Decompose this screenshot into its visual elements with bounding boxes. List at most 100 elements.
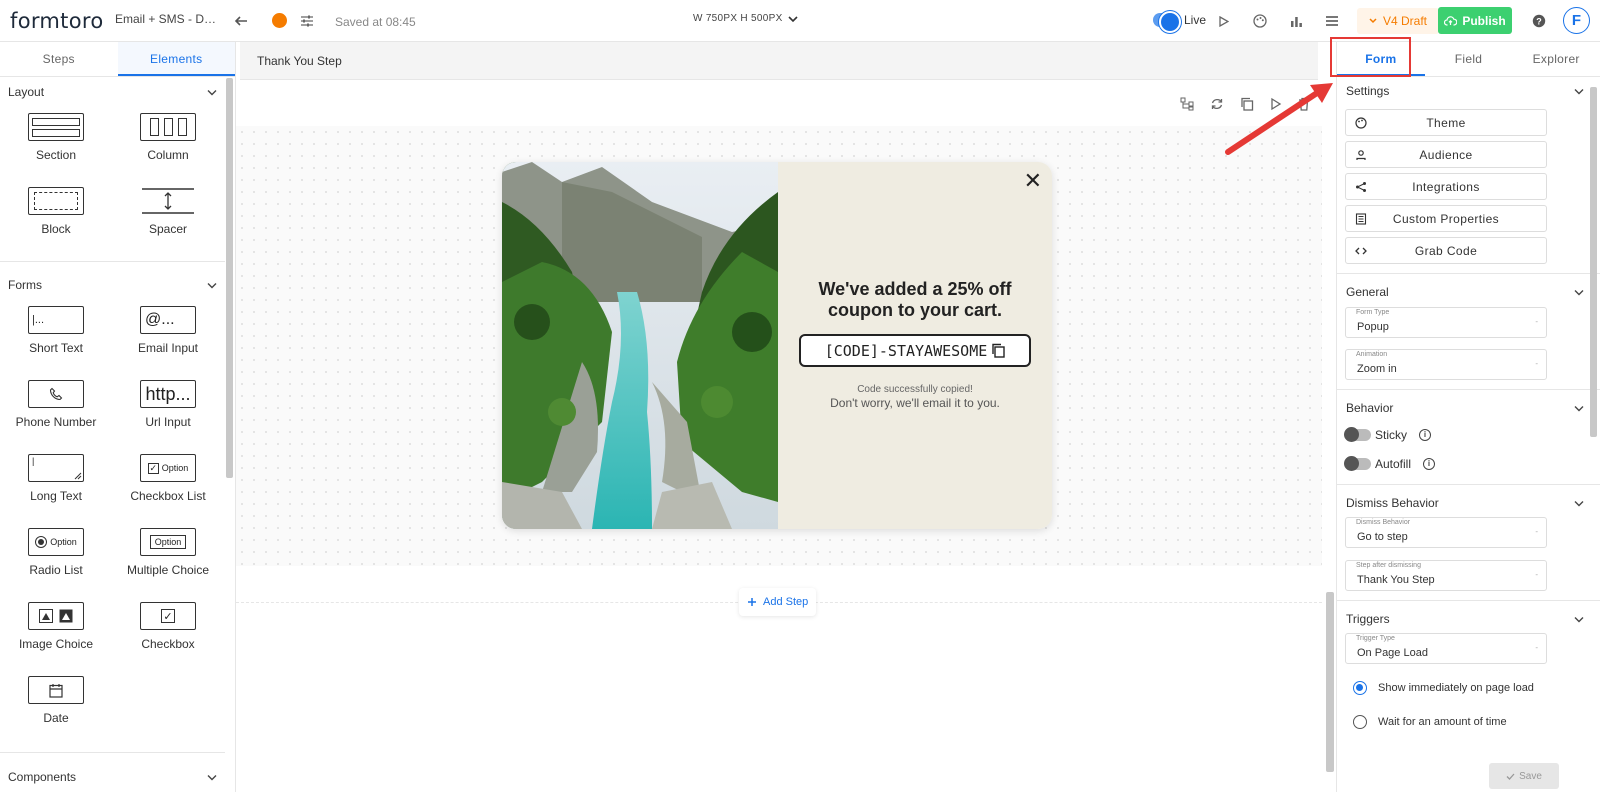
element-section[interactable]: Section: [0, 105, 112, 179]
element-date[interactable]: Date: [0, 668, 112, 742]
user-avatar[interactable]: F: [1563, 7, 1590, 34]
calendar-icon: [28, 676, 84, 704]
general-section-header[interactable]: General: [1337, 280, 1600, 304]
autofill-toggle[interactable]: [1344, 455, 1371, 471]
element-column[interactable]: Column: [112, 105, 224, 179]
tab-steps[interactable]: Steps: [0, 42, 118, 76]
element-url-input[interactable]: http... Url Input: [112, 372, 224, 446]
behavior-section-header[interactable]: Behavior: [1337, 396, 1600, 420]
url-input-icon: http...: [140, 380, 196, 408]
audience-button[interactable]: Audience: [1345, 141, 1547, 168]
theme-button[interactable]: Theme: [1345, 109, 1547, 136]
element-image-choice[interactable]: Image Choice: [0, 594, 112, 668]
play-icon[interactable]: [1214, 11, 1234, 31]
canvas-size-selector[interactable]: W 750PX H 500PX: [693, 13, 798, 24]
add-step-button[interactable]: Add Step: [739, 588, 817, 616]
top-bar: formtoro Email + SMS - Des... Saved at 0…: [0, 0, 1600, 42]
live-toggle[interactable]: [1153, 11, 1181, 33]
trigger-option-immediate[interactable]: Show immediately on page load: [1337, 671, 1600, 705]
trigger-type-select[interactable]: Trigger Type On Page Load -: [1345, 633, 1547, 664]
step-name[interactable]: Thank You Step: [257, 54, 342, 68]
url-icon-text: http...: [145, 383, 191, 404]
element-long-text[interactable]: | Long Text: [0, 446, 112, 520]
tab-explorer[interactable]: Explorer: [1512, 42, 1600, 76]
form-type-label: Form Type: [1356, 309, 1390, 316]
sticky-toggle[interactable]: [1344, 426, 1371, 442]
form-type-select[interactable]: Form Type Popup -: [1345, 307, 1547, 338]
app-root: formtoro Email + SMS - Des... Saved at 0…: [0, 0, 1600, 792]
grab-code-label: Grab Code: [1414, 243, 1478, 258]
section-icon: [28, 113, 84, 141]
info-icon[interactable]: i: [1419, 428, 1432, 441]
element-spacer[interactable]: Spacer: [112, 179, 224, 253]
chevron-down-icon: [787, 15, 798, 22]
step-after-dismiss-value: Thank You Step: [1357, 574, 1435, 586]
save-button[interactable]: Save: [1489, 763, 1559, 789]
element-short-text[interactable]: |... Short Text: [0, 298, 112, 372]
custom-properties-button[interactable]: Custom Properties: [1345, 205, 1547, 232]
trigger-option-wait[interactable]: Wait for an amount of time: [1337, 705, 1600, 739]
radio-immediate[interactable]: [1353, 681, 1367, 695]
save-label: Save: [1519, 770, 1542, 782]
palette-icon[interactable]: [1250, 11, 1270, 31]
element-email-input[interactable]: @... Email Input: [112, 298, 224, 372]
form-name[interactable]: Email + SMS - Des...: [115, 12, 220, 26]
version-draft-button[interactable]: V4 Draft: [1357, 8, 1440, 34]
list-icon[interactable]: [1322, 11, 1342, 31]
publish-label: Publish: [1462, 13, 1506, 28]
publish-button[interactable]: Publish: [1438, 7, 1512, 34]
popup-preview[interactable]: ✕ We've added a 25% off coupon to your c…: [502, 162, 1052, 529]
integrations-label: Integrations: [1412, 179, 1480, 194]
dismiss-section-header[interactable]: Dismiss Behavior: [1337, 491, 1600, 515]
layout-section-header[interactable]: Layout: [0, 79, 225, 105]
grab-code-button[interactable]: Grab Code: [1345, 237, 1547, 264]
coupon-code-box[interactable]: [CODE]-STAYAWESOME: [799, 334, 1031, 367]
right-panel-scrollbar[interactable]: [1590, 87, 1597, 437]
sticky-row: Sticky i: [1337, 420, 1600, 449]
checkbox-list-icon: ✓ Option: [140, 454, 196, 482]
element-checkbox-list[interactable]: ✓ Option Checkbox List: [112, 446, 224, 520]
animation-select[interactable]: Animation Zoom in -: [1345, 349, 1547, 380]
element-phone-number[interactable]: Phone Number: [0, 372, 112, 446]
element-label: Checkbox List: [130, 489, 206, 503]
element-label: Email Input: [137, 341, 199, 355]
annotation-arrow-icon: [1225, 83, 1333, 155]
image-choice-icon: [28, 602, 84, 630]
bar-chart-icon[interactable]: [1286, 11, 1306, 31]
step-after-dismiss-select[interactable]: Step after dismissing Thank You Step -: [1345, 560, 1547, 591]
element-multiple-choice[interactable]: Option Multiple Choice: [112, 520, 224, 594]
forms-section-header[interactable]: Forms: [0, 272, 225, 298]
status-dot[interactable]: [272, 13, 287, 28]
flow-icon[interactable]: [1180, 97, 1194, 111]
help-icon[interactable]: ?: [1529, 11, 1549, 31]
element-label: Image Choice: [18, 637, 94, 651]
element-block[interactable]: Block: [0, 179, 112, 253]
components-section-header[interactable]: Components: [0, 764, 225, 790]
integrations-button[interactable]: Integrations: [1345, 173, 1547, 200]
triggers-title: Triggers: [1346, 612, 1390, 626]
sliders-icon[interactable]: [297, 11, 317, 31]
option-icon-text: Option: [161, 463, 189, 473]
copy-icon[interactable]: [991, 343, 1005, 358]
back-arrow-icon[interactable]: [231, 11, 251, 31]
settings-section-header[interactable]: Settings: [1337, 79, 1600, 103]
left-panel-scrollbar[interactable]: [226, 78, 233, 478]
trigger-type-label: Trigger Type: [1356, 635, 1395, 642]
chevron-down-icon: [1574, 405, 1584, 411]
elements-panel: Steps Elements Layout Section Column Blo…: [0, 42, 236, 792]
canvas-size-label: W 750PX H 500PX: [693, 13, 783, 24]
element-label: Checkbox: [141, 637, 195, 651]
tab-field[interactable]: Field: [1425, 42, 1513, 76]
element-checkbox[interactable]: ✓ Checkbox: [112, 594, 224, 668]
info-icon[interactable]: i: [1423, 457, 1436, 470]
canvas-scrollbar[interactable]: [1326, 592, 1334, 772]
tab-elements[interactable]: Elements: [117, 42, 235, 76]
triggers-section-header[interactable]: Triggers: [1337, 607, 1600, 631]
radio-wait[interactable]: [1353, 715, 1367, 729]
close-icon[interactable]: ✕: [1024, 170, 1042, 192]
element-radio-list[interactable]: Option Radio List: [0, 520, 112, 594]
element-label: Url Input: [145, 415, 191, 429]
column-icon: [140, 113, 196, 141]
layout-section-title: Layout: [8, 85, 45, 99]
dismiss-behavior-select[interactable]: Dismiss Behavior Go to step -: [1345, 517, 1547, 548]
